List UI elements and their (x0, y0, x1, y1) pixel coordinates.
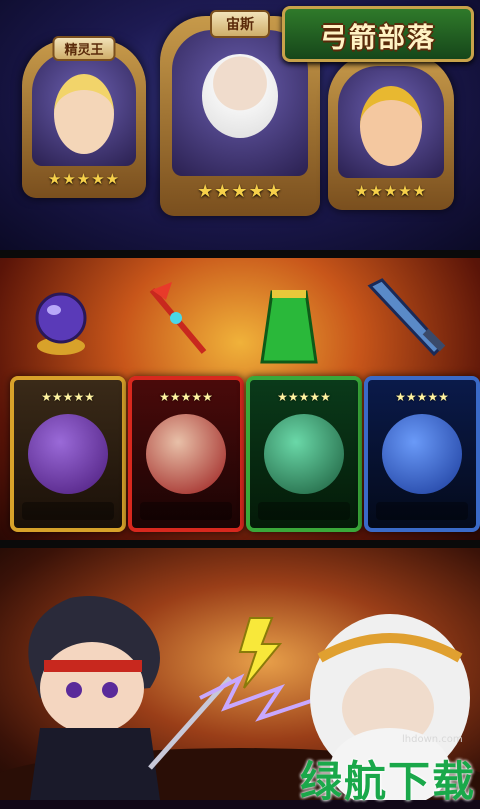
lightning-symbol-icon (238, 617, 283, 689)
mummy-monster-icon (264, 414, 344, 494)
purple-monster-icon (28, 414, 108, 494)
warrior-body (30, 728, 160, 800)
hero-card-golden-knight[interactable]: ★★★★★ (328, 54, 454, 210)
hero-name-label: 精灵王 (52, 36, 116, 61)
green-cloak-icon[interactable] (258, 286, 320, 366)
hero-stars: ★★★★★ (197, 181, 283, 202)
hero-card-elf-king[interactable]: ★★★★★ 精灵王 (22, 36, 146, 198)
card-stars: ★★★★★ (277, 390, 331, 404)
card-base (22, 502, 114, 520)
card-base (376, 502, 468, 520)
hero-name-label: 宙斯 (210, 10, 270, 38)
hero-card-red[interactable]: ★★★★★ (128, 376, 244, 532)
hero-showcase-panel: ★★★★★ 精灵王 ★★★★★ 宙斯 ★★★★★ 弓箭部落 (0, 0, 480, 250)
equipment-panel: ★★★★★ ★★★★★ ★★★★★ ★★★★★ (0, 258, 480, 540)
warrior-headband (44, 660, 142, 672)
hero-card-green[interactable]: ★★★★★ (246, 376, 362, 532)
zeus-face-icon (202, 54, 278, 138)
crystal-orb-icon[interactable] (30, 288, 92, 358)
lightning-bolt-icon (199, 673, 321, 722)
ice-sword-icon[interactable] (362, 276, 452, 360)
card-stars: ★★★★★ (41, 390, 95, 404)
hero-card-purple[interactable]: ★★★★★ (10, 376, 126, 532)
card-stars: ★★★★★ (395, 390, 449, 404)
watermark-site: lhdown.com (402, 734, 463, 745)
red-demon-icon (146, 414, 226, 494)
knight-face-icon (360, 86, 422, 166)
card-stars: ★★★★★ (159, 390, 213, 404)
hero-stars: ★★★★★ (47, 170, 121, 188)
panel-divider (0, 540, 480, 548)
game-title-logo: 弓箭部落 (282, 6, 474, 62)
warrior-face-icon (40, 642, 144, 734)
red-scepter-icon[interactable] (138, 278, 216, 360)
blue-golem-icon (382, 414, 462, 494)
hero-stars: ★★★★★ (354, 182, 428, 200)
card-base (258, 502, 350, 520)
elf-king-face-icon (54, 74, 114, 154)
hero-portrait (32, 52, 136, 166)
hero-card-blue[interactable]: ★★★★★ (364, 376, 480, 532)
panel-divider (0, 250, 480, 258)
game-title-text: 弓箭部落 (320, 23, 436, 54)
hero-portrait (338, 66, 444, 178)
card-base (140, 502, 232, 520)
